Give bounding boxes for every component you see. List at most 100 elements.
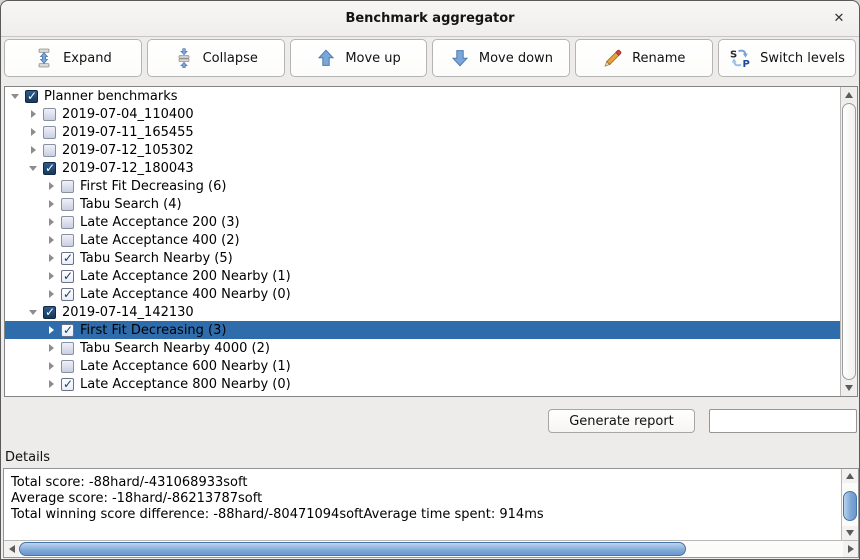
collapse-arrow-icon[interactable]	[27, 303, 43, 321]
details-horizontal-scrollbar[interactable]	[4, 540, 858, 557]
tree-label: 2019-07-04_110400	[62, 107, 194, 122]
collapse-icon	[174, 48, 194, 68]
rename-icon	[603, 48, 623, 68]
tree-label: 2019-07-11_165455	[62, 125, 194, 140]
tree-row[interactable]: Late Acceptance 600 Nearby (1)	[5, 357, 840, 375]
tree-checkbox[interactable]	[61, 198, 74, 211]
tree-checkbox[interactable]	[61, 324, 74, 337]
tree-checkbox[interactable]	[43, 126, 56, 139]
collapse-button-label: Collapse	[203, 51, 258, 66]
tree-checkbox[interactable]	[61, 216, 74, 229]
tree-checkbox[interactable]	[61, 252, 74, 265]
scroll-down-button[interactable]	[842, 526, 858, 540]
expand-arrow-icon[interactable]	[45, 195, 61, 213]
tree-row[interactable]: First Fit Decreasing (6)	[5, 177, 840, 195]
svg-text:P: P	[743, 59, 750, 68]
scroll-down-button[interactable]	[841, 380, 857, 396]
generate-report-label: Generate report	[569, 414, 674, 429]
tree-label: Planner benchmarks	[44, 89, 178, 104]
switch-levels-button-label: Switch levels	[760, 51, 845, 66]
move-down-button[interactable]: Move down	[432, 39, 570, 77]
details-vertical-scrollbar[interactable]	[841, 469, 858, 540]
switch-levels-button[interactable]: S P Switch levels	[718, 39, 856, 77]
move-down-icon	[450, 48, 470, 68]
details-hscroll-thumb[interactable]	[19, 542, 686, 556]
generate-report-button[interactable]: Generate report	[548, 409, 695, 433]
tree-label: Late Acceptance 800 Nearby (0)	[80, 377, 291, 392]
switch-levels-icon: S P	[729, 48, 751, 68]
tree-row[interactable]: Tabu Search Nearby 4000 (2)	[5, 339, 840, 357]
expand-arrow-icon[interactable]	[27, 105, 43, 123]
expand-arrow-icon[interactable]	[45, 213, 61, 231]
svg-text:S: S	[730, 50, 737, 61]
expand-arrow-icon[interactable]	[45, 339, 61, 357]
expand-arrow-icon[interactable]	[45, 321, 61, 339]
expand-arrow-icon[interactable]	[45, 267, 61, 285]
tree-scrollbar-thumb[interactable]	[842, 103, 856, 380]
expand-arrow-icon[interactable]	[27, 123, 43, 141]
scroll-left-button[interactable]	[4, 541, 19, 557]
tree-checkbox[interactable]	[61, 234, 74, 247]
arrow-left-icon	[9, 545, 15, 553]
expand-arrow-icon[interactable]	[45, 285, 61, 303]
expand-button[interactable]: Expand	[4, 39, 142, 77]
tree-checkbox[interactable]	[43, 162, 56, 175]
collapse-arrow-icon[interactable]	[27, 159, 43, 177]
close-icon[interactable]: ✕	[829, 8, 849, 28]
tree-row[interactable]: Planner benchmarks	[5, 87, 840, 105]
app-window: Benchmark aggregator ✕ Expand Collapse	[0, 0, 860, 560]
expand-arrow-icon[interactable]	[45, 375, 61, 393]
titlebar: Benchmark aggregator ✕	[1, 1, 859, 37]
move-down-button-label: Move down	[479, 51, 553, 66]
expand-arrow-icon[interactable]	[45, 357, 61, 375]
tree-checkbox[interactable]	[61, 378, 74, 391]
details-vscroll-track[interactable]	[842, 483, 858, 526]
tree-checkbox[interactable]	[61, 360, 74, 373]
tree-checkbox[interactable]	[61, 342, 74, 355]
collapse-button[interactable]: Collapse	[147, 39, 285, 77]
tree-checkbox[interactable]	[43, 108, 56, 121]
tree-row[interactable]: First Fit Decreasing (3)	[5, 321, 840, 339]
expand-arrow-icon[interactable]	[45, 231, 61, 249]
tree-row[interactable]: Late Acceptance 800 Nearby (0)	[5, 375, 840, 393]
expand-arrow-icon[interactable]	[45, 177, 61, 195]
expand-arrow-icon[interactable]	[27, 141, 43, 159]
tree-row[interactable]: 2019-07-14_142130	[5, 303, 840, 321]
tree-vertical-scrollbar[interactable]	[840, 87, 857, 396]
benchmark-tree-panel: Planner benchmarks 2019-07-04_110400 2019-…	[4, 86, 858, 397]
tree-row[interactable]: Late Acceptance 400 Nearby (0)	[5, 285, 840, 303]
scroll-up-button[interactable]	[842, 469, 858, 483]
report-name-input[interactable]	[709, 409, 857, 433]
tree-row[interactable]: Tabu Search Nearby (5)	[5, 249, 840, 267]
details-line: Average score: -18hard/-86213787soft	[11, 491, 837, 507]
tree-row[interactable]: Late Acceptance 200 Nearby (1)	[5, 267, 840, 285]
tree-row[interactable]: 2019-07-11_165455	[5, 123, 840, 141]
scroll-right-button[interactable]	[843, 541, 858, 557]
tree-label: Tabu Search Nearby 4000 (2)	[80, 341, 270, 356]
details-vscroll-thumb[interactable]	[843, 491, 857, 521]
tree-row[interactable]: Late Acceptance 400 (2)	[5, 231, 840, 249]
details-label: Details	[5, 450, 50, 465]
collapse-arrow-icon[interactable]	[9, 87, 25, 105]
tree-label: Late Acceptance 400 (2)	[80, 233, 240, 248]
rename-button[interactable]: Rename	[575, 39, 713, 77]
details-text[interactable]: Total score: -88hard/-431068933softAvera…	[4, 469, 841, 540]
expand-arrow-icon[interactable]	[45, 249, 61, 267]
tree-row[interactable]: 2019-07-04_110400	[5, 105, 840, 123]
tree-checkbox[interactable]	[43, 144, 56, 157]
details-box: Total score: -88hard/-431068933softAvera…	[3, 468, 859, 558]
tree-checkbox[interactable]	[25, 90, 38, 103]
scroll-up-button[interactable]	[841, 87, 857, 103]
tree-row[interactable]: 2019-07-12_105302	[5, 141, 840, 159]
tree-row[interactable]: 2019-07-12_180043	[5, 159, 840, 177]
tree-checkbox[interactable]	[61, 288, 74, 301]
tree-row[interactable]: Tabu Search (4)	[5, 195, 840, 213]
move-up-button[interactable]: Move up	[290, 39, 428, 77]
tree-checkbox[interactable]	[61, 180, 74, 193]
tree-label: Tabu Search (4)	[80, 197, 182, 212]
tree-row[interactable]: Late Acceptance 200 (3)	[5, 213, 840, 231]
move-up-icon	[316, 48, 336, 68]
tree-checkbox[interactable]	[43, 306, 56, 319]
details-hscroll-track[interactable]	[19, 541, 843, 557]
tree-checkbox[interactable]	[61, 270, 74, 283]
